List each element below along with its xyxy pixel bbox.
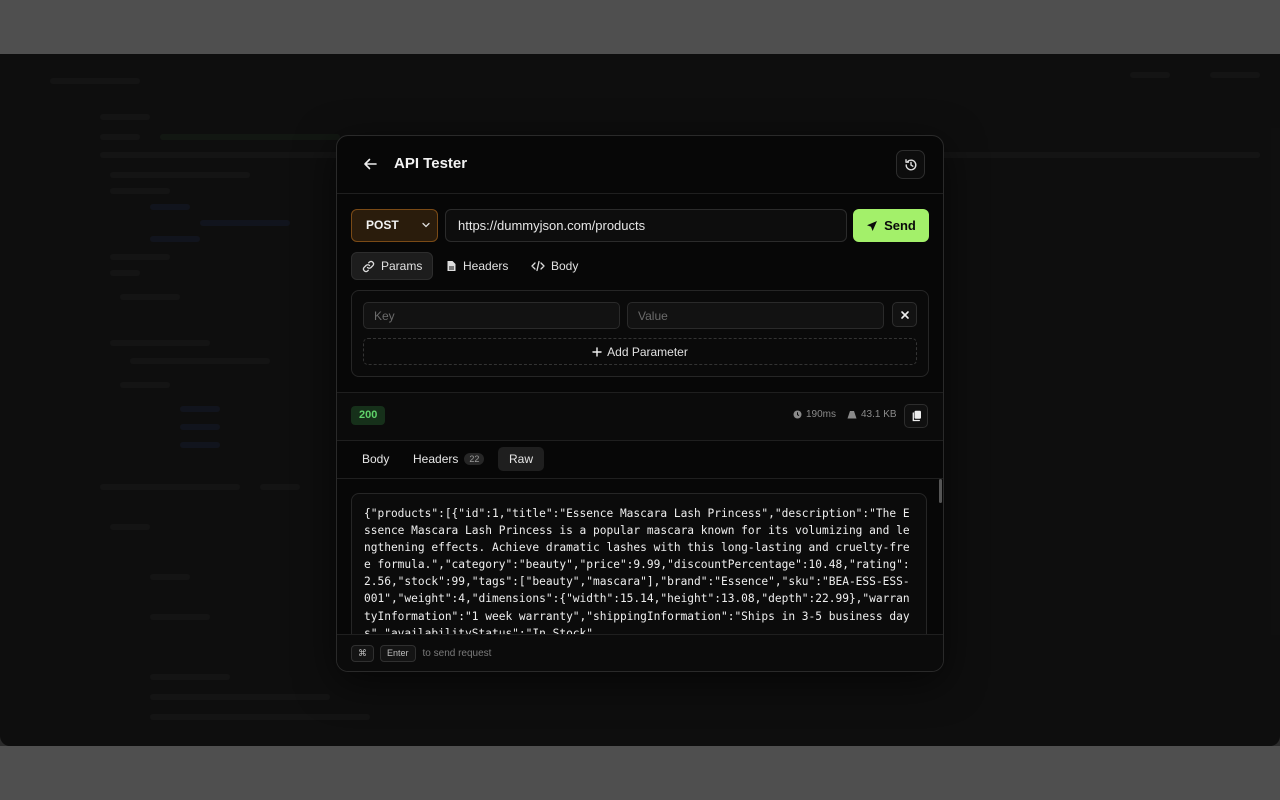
plus-icon bbox=[592, 346, 602, 357]
tab-headers-label: Headers bbox=[463, 259, 509, 273]
send-button[interactable]: Send bbox=[853, 209, 929, 242]
response-size-value: 43.1 KB bbox=[861, 409, 897, 420]
api-tester-modal: API Tester POST Send Params Headers Body… bbox=[336, 135, 944, 672]
copy-button[interactable] bbox=[904, 404, 928, 428]
history-button[interactable] bbox=[896, 150, 925, 179]
shortcut-hint-bar: ⌘ Enter to send request bbox=[337, 634, 943, 671]
response-tab-headers[interactable]: Headers 22 bbox=[402, 447, 495, 471]
history-icon bbox=[904, 158, 916, 170]
scrollbar-thumb[interactable] bbox=[939, 479, 942, 503]
response-time: 190ms bbox=[793, 409, 836, 420]
arrow-left-icon bbox=[364, 158, 377, 170]
code-icon bbox=[531, 260, 545, 272]
response-time-value: 190ms bbox=[806, 409, 837, 420]
send-label: Send bbox=[884, 218, 916, 233]
tab-params[interactable]: Params bbox=[351, 252, 434, 280]
file-icon bbox=[447, 261, 456, 271]
raw-response-text: {"products":[{"id":1,"title":"Essence Ma… bbox=[351, 493, 927, 634]
method-select[interactable]: POST bbox=[351, 209, 438, 242]
copy-icon bbox=[912, 410, 921, 422]
weight-icon bbox=[847, 411, 857, 419]
status-badge: 200 bbox=[351, 406, 386, 425]
response-size: 43.1 KB bbox=[847, 409, 897, 420]
tab-headers[interactable]: Headers bbox=[436, 252, 518, 280]
page-title: API Tester bbox=[394, 155, 468, 172]
tab-body[interactable]: Body bbox=[521, 252, 588, 280]
back-button[interactable] bbox=[359, 153, 381, 175]
shortcut-hint: to send request bbox=[422, 648, 492, 659]
chevron-down-icon bbox=[422, 222, 430, 228]
response-tab-body-label: Body bbox=[362, 452, 390, 466]
command-key: ⌘ bbox=[351, 645, 374, 662]
params-panel: Add Parameter bbox=[351, 290, 929, 377]
add-parameter-label: Add Parameter bbox=[607, 344, 688, 359]
url-input[interactable] bbox=[445, 209, 847, 242]
modal-header: API Tester bbox=[337, 136, 943, 194]
add-parameter-button[interactable]: Add Parameter bbox=[363, 338, 917, 365]
tab-body-label: Body bbox=[551, 259, 579, 273]
close-icon bbox=[900, 310, 909, 319]
link-icon bbox=[362, 260, 375, 272]
send-icon bbox=[867, 220, 878, 231]
response-tab-raw-label: Raw bbox=[509, 452, 534, 466]
remove-param-button[interactable] bbox=[892, 302, 917, 327]
response-tab-headers-label: Headers bbox=[413, 452, 459, 466]
response-body-scroll[interactable]: {"products":[{"id":1,"title":"Essence Ma… bbox=[337, 479, 943, 634]
method-value: POST bbox=[366, 218, 399, 232]
response-tab-raw[interactable]: Raw bbox=[498, 447, 545, 471]
headers-count-badge: 22 bbox=[464, 453, 485, 465]
param-value-input[interactable] bbox=[627, 302, 884, 329]
section-divider bbox=[337, 440, 943, 441]
response-tab-body[interactable]: Body bbox=[351, 447, 400, 471]
clock-icon bbox=[793, 410, 802, 419]
param-key-input[interactable] bbox=[363, 302, 620, 329]
enter-key: Enter bbox=[380, 645, 416, 662]
tab-params-label: Params bbox=[381, 259, 423, 273]
